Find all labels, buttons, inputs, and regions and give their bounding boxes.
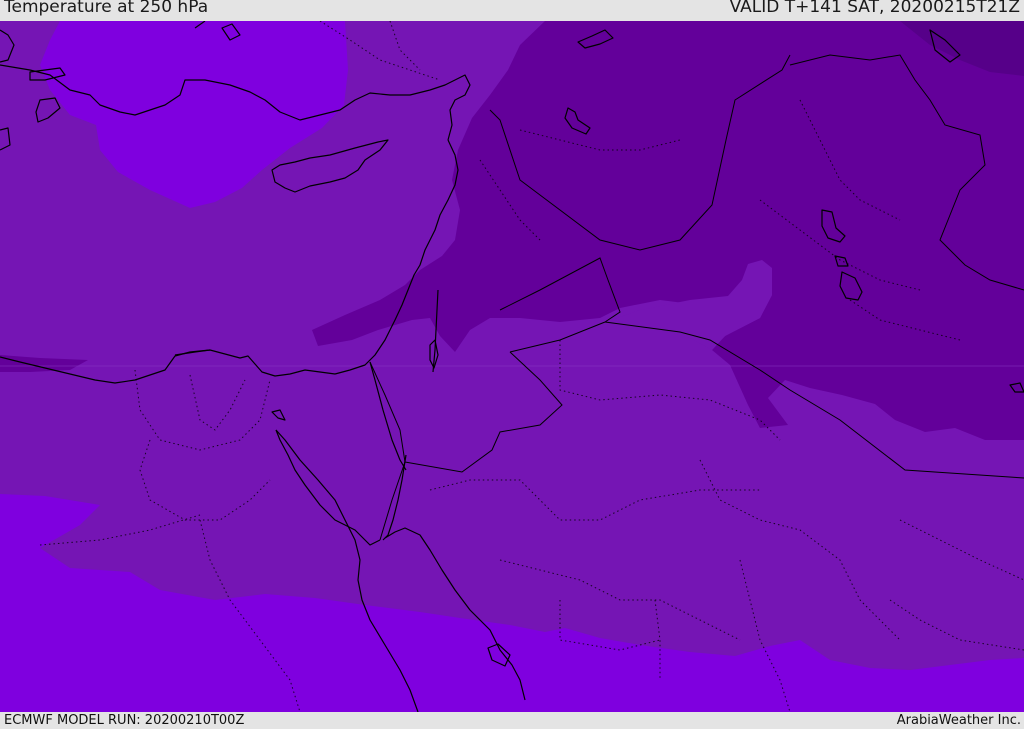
footer-bar: ECMWF MODEL RUN: 20200210T00Z ArabiaWeat… [0,712,1024,729]
credit-label: ArabiaWeather Inc. [896,713,1021,728]
valid-time: VALID T+141 SAT, 20200215T21Z [729,0,1020,17]
temperature-map [0,21,1024,712]
model-run-label: ECMWF MODEL RUN: 20200210T00Z [4,713,245,728]
map-canvas [0,21,1024,712]
header-bar: Temperature at 250 hPa VALID T+141 SAT, … [0,0,1024,21]
map-title: Temperature at 250 hPa [4,0,209,17]
